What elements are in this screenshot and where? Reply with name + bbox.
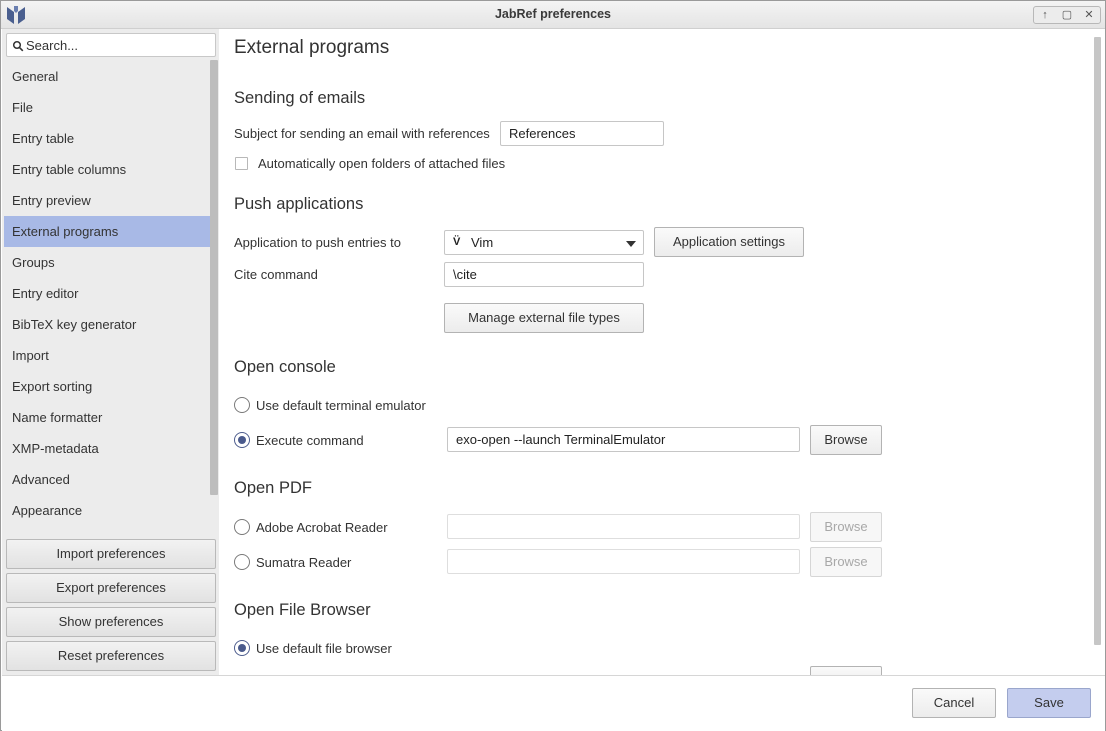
cite-command-label: Cite command: [234, 267, 318, 282]
preferences-window: JabRef preferences ↑ ▢ ✕ General File En…: [0, 0, 1106, 731]
sidebar-item-export-sorting[interactable]: Export sorting: [4, 371, 210, 402]
sidebar-scrollbar[interactable]: [210, 60, 218, 495]
push-application-value: Vim: [471, 235, 494, 250]
execute-command-radio[interactable]: [234, 432, 250, 448]
window-title: JabRef preferences: [494, 7, 612, 21]
emails-heading: Sending of emails: [234, 89, 366, 107]
open-pdf-heading: Open PDF: [234, 479, 312, 497]
sidebar-item-entry-editor[interactable]: Entry editor: [4, 278, 210, 309]
sumatra-browse-button[interactable]: Browse: [810, 547, 882, 577]
search-icon: [12, 40, 24, 52]
vim-icon: V̈: [453, 236, 461, 248]
push-application-select[interactable]: V̈ Vim: [444, 230, 644, 255]
sidebar-item-general[interactable]: General: [4, 61, 210, 92]
dialog-footer: Cancel Save: [2, 675, 1105, 731]
sumatra-reader-label: Sumatra Reader: [256, 555, 352, 570]
sidebar-item-xmp-metadata[interactable]: XMP-metadata: [4, 433, 210, 464]
default-terminal-label: Use default terminal emulator: [256, 398, 426, 413]
sidebar-item-advanced[interactable]: Advanced: [4, 464, 210, 495]
main-scrollbar[interactable]: [1094, 37, 1101, 645]
email-subject-label: Subject for sending an email with refere…: [234, 126, 490, 141]
main-panel: External programs Sending of emails Subj…: [219, 29, 1105, 675]
push-applications-heading: Push applications: [234, 195, 364, 213]
sidebar-item-bibtex-key-generator[interactable]: BibTeX key generator: [4, 309, 210, 340]
restore-icon[interactable]: ▢: [1056, 7, 1078, 23]
console-browse-button[interactable]: Browse: [810, 425, 882, 455]
sidebar-item-appearance[interactable]: Appearance: [4, 495, 210, 526]
sidebar-item-external-programs[interactable]: External programs: [4, 216, 210, 247]
cite-command-field[interactable]: \cite: [444, 262, 644, 287]
sidebar-item-entry-table-columns[interactable]: Entry table columns: [4, 154, 210, 185]
sidebar-item-file[interactable]: File: [4, 92, 210, 123]
execute-command-label: Execute command: [256, 433, 364, 448]
manage-external-file-types-button[interactable]: Manage external file types: [444, 303, 644, 333]
sidebar-item-import[interactable]: Import: [4, 340, 210, 371]
sidebar-item-name-formatter[interactable]: Name formatter: [4, 402, 210, 433]
show-preferences-button[interactable]: Show preferences: [6, 607, 216, 637]
sumatra-path-field[interactable]: [447, 549, 800, 574]
chevron-down-icon: [626, 241, 636, 247]
sidebar: General File Entry table Entry table col…: [2, 29, 219, 675]
reset-preferences-button[interactable]: Reset preferences: [6, 641, 216, 671]
email-subject-field[interactable]: References: [500, 121, 664, 146]
default-terminal-radio[interactable]: [234, 397, 250, 413]
import-preferences-button[interactable]: Import preferences: [6, 539, 216, 569]
adobe-browse-button[interactable]: Browse: [810, 512, 882, 542]
close-icon[interactable]: ✕: [1078, 7, 1100, 23]
sumatra-reader-radio[interactable]: [234, 554, 250, 570]
sidebar-item-entry-table[interactable]: Entry table: [4, 123, 210, 154]
sidebar-item-groups[interactable]: Groups: [4, 247, 210, 278]
maximize-up-icon[interactable]: ↑: [1034, 7, 1056, 23]
cancel-button[interactable]: Cancel: [912, 688, 996, 718]
open-file-browser-heading: Open File Browser: [234, 601, 371, 619]
adobe-acrobat-radio[interactable]: [234, 519, 250, 535]
adobe-acrobat-label: Adobe Acrobat Reader: [256, 520, 388, 535]
adobe-acrobat-path-field[interactable]: [447, 514, 800, 539]
push-application-label: Application to push entries to: [234, 235, 401, 250]
application-settings-button[interactable]: Application settings: [654, 227, 804, 257]
preferences-nav-list: General File Entry table Entry table col…: [4, 61, 210, 526]
sidebar-item-entry-preview[interactable]: Entry preview: [4, 185, 210, 216]
auto-open-folders-label: Automatically open folders of attached f…: [258, 156, 506, 171]
title-bar[interactable]: JabRef preferences ↑ ▢ ✕: [1, 1, 1105, 29]
search-input[interactable]: [26, 36, 211, 54]
save-button[interactable]: Save: [1007, 688, 1091, 718]
page-title: External programs: [234, 37, 390, 58]
export-preferences-button[interactable]: Export preferences: [6, 573, 216, 603]
default-file-browser-label: Use default file browser: [256, 641, 392, 656]
file-browser-browse-button-partial[interactable]: [810, 666, 882, 675]
auto-open-folders-checkbox[interactable]: [235, 157, 248, 170]
open-console-heading: Open console: [234, 358, 336, 376]
window-controls: ↑ ▢ ✕: [1033, 6, 1101, 24]
console-command-field[interactable]: exo-open --launch TerminalEmulator: [447, 427, 800, 452]
default-file-browser-radio[interactable]: [234, 640, 250, 656]
search-box[interactable]: [6, 33, 216, 57]
